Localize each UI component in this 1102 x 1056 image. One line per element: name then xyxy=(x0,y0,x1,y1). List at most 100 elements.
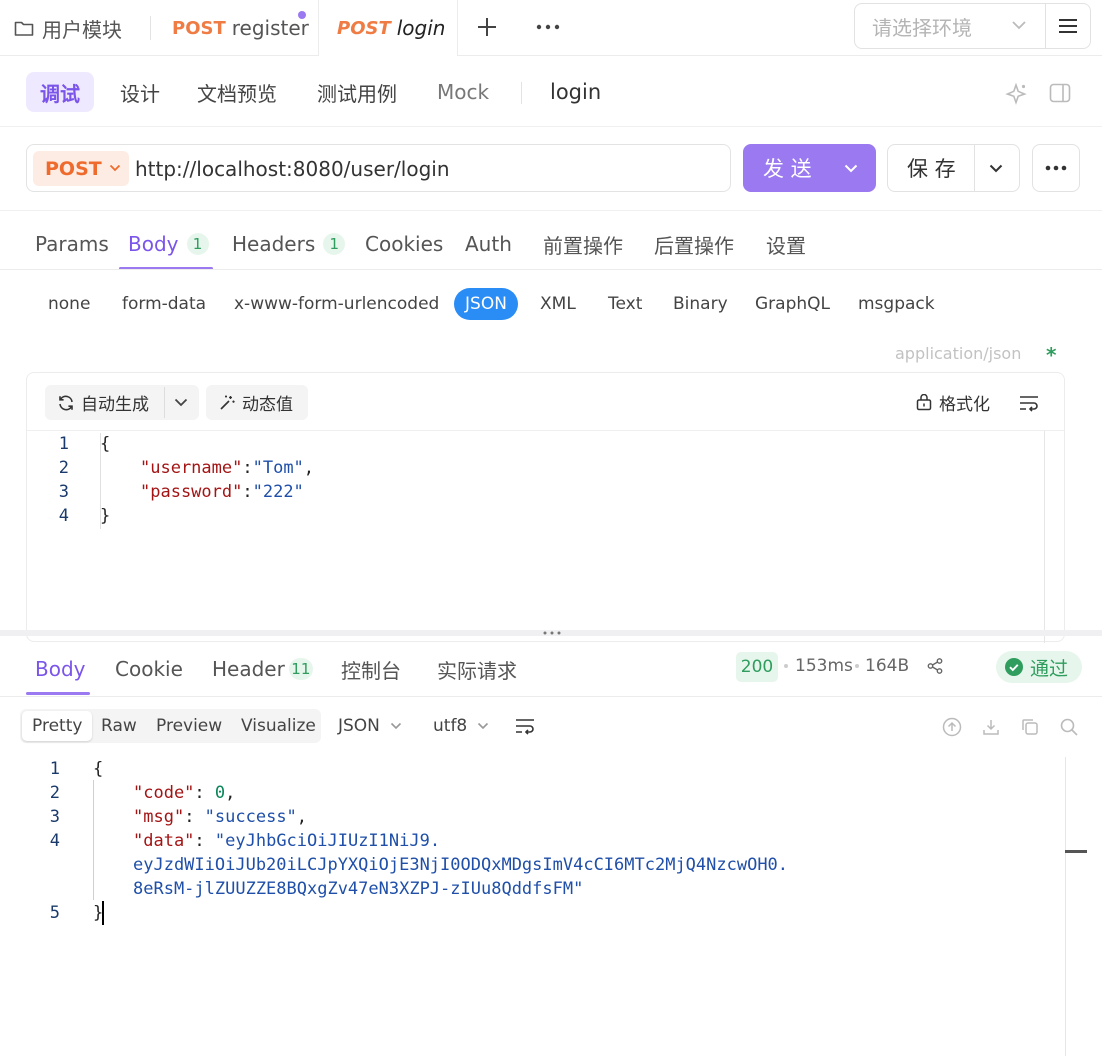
response-tab-console[interactable]: 控制台 xyxy=(341,645,401,693)
chevron-down-icon[interactable] xyxy=(989,164,1003,173)
tab-body-label: Body xyxy=(128,232,179,256)
tab-headers[interactable]: Headers 1 xyxy=(232,220,346,268)
code-line-msg[interactable]: "msg": "success", xyxy=(133,805,307,829)
body-type-form-data[interactable]: form-data xyxy=(109,288,219,320)
save-button[interactable]: 保 存 xyxy=(887,144,1020,192)
json-key: "code" xyxy=(133,783,195,803)
code-open-brace[interactable]: { xyxy=(100,432,110,456)
tab-post-operations[interactable]: 后置操作 xyxy=(654,220,734,268)
tab-cookies[interactable]: Cookies xyxy=(365,220,443,268)
view-mode-pretty[interactable]: Pretty xyxy=(22,711,93,741)
copy-icon[interactable] xyxy=(1020,717,1040,737)
auto-generate-button[interactable]: 自动生成 xyxy=(57,385,149,420)
tab-settings[interactable]: 设置 xyxy=(766,220,806,268)
tab-auth[interactable]: Auth xyxy=(465,220,512,268)
chevron-down-icon xyxy=(1011,20,1027,30)
word-wrap-icon[interactable] xyxy=(515,717,535,735)
body-type-text[interactable]: Text xyxy=(595,288,655,320)
encoding-select[interactable]: utf8 xyxy=(433,714,489,738)
format-select[interactable]: JSON xyxy=(338,714,402,738)
view-mode-label: Visualize xyxy=(241,716,316,736)
word-wrap-icon[interactable] xyxy=(1019,394,1039,412)
response-tab-body[interactable]: Body xyxy=(35,645,86,693)
line-number: 2 xyxy=(58,458,69,478)
code-open-brace[interactable]: { xyxy=(93,757,103,781)
dynamic-value-button[interactable]: 动态值 xyxy=(206,385,308,420)
body-type-binary[interactable]: Binary xyxy=(660,288,741,320)
dynamic-value-label: 动态值 xyxy=(242,395,293,415)
environment-placeholder: 请选择环境 xyxy=(872,15,972,40)
body-type-graphql[interactable]: GraphQL xyxy=(742,288,843,320)
auto-generate-label: 自动生成 xyxy=(81,395,149,415)
response-tab-cookie[interactable]: Cookie xyxy=(115,645,183,693)
plus-icon[interactable] xyxy=(476,16,498,38)
code-line-data[interactable]: "data": "eyJhbGciOiJIUzI1NiJ9. xyxy=(133,829,440,853)
more-options-button[interactable] xyxy=(1032,144,1080,192)
scrollbar-thumb[interactable] xyxy=(1065,850,1087,853)
code-line-data-wrap[interactable]: 8eRsM-jlZUUZZE8BQxgZv47eN3XZPJ-zIUu8Qddf… xyxy=(133,877,583,901)
tab-design[interactable]: 设计 xyxy=(106,72,174,112)
view-mode-label: Preview xyxy=(156,716,223,736)
view-mode-visualize[interactable]: Visualize xyxy=(231,710,326,742)
body-type-label: Text xyxy=(608,294,643,314)
body-type-none[interactable]: none xyxy=(35,288,103,320)
tab-design-label: 设计 xyxy=(120,81,160,106)
headers-count-badge: 1 xyxy=(323,233,346,255)
tab-folder-user-module[interactable]: 用户模块 xyxy=(14,0,122,56)
code-line-data-wrap[interactable]: eyJzdWIiOiJUb20iLCJpYXQiOjE3NjI0ODQxMDgs… xyxy=(133,853,788,877)
send-button[interactable]: 发 送 xyxy=(743,144,876,192)
scrollbar-track[interactable] xyxy=(1065,757,1066,1056)
body-type-xml[interactable]: XML xyxy=(527,288,589,320)
search-icon[interactable] xyxy=(1059,717,1079,737)
magic-wand-icon xyxy=(218,394,236,412)
view-mode-preview[interactable]: Preview xyxy=(146,710,232,742)
menu-icon[interactable] xyxy=(1045,3,1091,49)
tab-register[interactable]: POST register xyxy=(172,0,309,56)
tab-post-operations-label: 后置操作 xyxy=(654,233,734,258)
more-tabs-icon[interactable] xyxy=(536,24,560,30)
view-mode-raw[interactable]: Raw xyxy=(91,710,147,742)
chevron-down-icon[interactable] xyxy=(844,164,858,173)
folder-icon xyxy=(14,19,34,37)
body-type-label: GraphQL xyxy=(755,294,830,314)
drag-handle-icon[interactable] xyxy=(543,631,561,635)
tab-pre-operations-label: 前置操作 xyxy=(543,233,623,258)
environment-select[interactable]: 请选择环境 xyxy=(854,3,1046,49)
panel-toggle-icon[interactable] xyxy=(1049,83,1071,103)
header-count-badge: 11 xyxy=(288,658,313,680)
share-icon[interactable] xyxy=(927,658,943,674)
encoding-select-label: utf8 xyxy=(433,716,468,736)
upload-icon[interactable] xyxy=(942,717,962,737)
format-button[interactable]: 格式化 xyxy=(915,385,990,420)
check-circle-icon xyxy=(1005,658,1023,676)
body-type-urlencoded[interactable]: x-www-form-urlencoded xyxy=(221,288,452,320)
tab-debug[interactable]: 调试 xyxy=(26,72,94,112)
tab-settings-label: 设置 xyxy=(766,233,806,258)
code-line-password[interactable]: "password": "222" xyxy=(140,480,304,504)
json-value: "success" xyxy=(204,807,297,827)
more-icon xyxy=(1045,165,1067,171)
scrollbar-track[interactable] xyxy=(1044,431,1045,643)
download-icon[interactable] xyxy=(981,717,1001,737)
tab-doc-preview[interactable]: 文档预览 xyxy=(183,72,291,112)
tab-test-cases[interactable]: 测试用例 xyxy=(303,72,411,112)
response-tab-header[interactable]: Header 11 xyxy=(212,645,313,693)
tab-mock[interactable]: Mock xyxy=(423,72,503,112)
code-line-username[interactable]: "username": "Tom", xyxy=(140,456,314,480)
tab-pre-operations[interactable]: 前置操作 xyxy=(543,220,623,268)
code-close-brace[interactable]: } xyxy=(100,504,110,528)
tab-login[interactable]: POST login xyxy=(318,0,458,56)
url-input[interactable]: http://localhost:8080/user/login xyxy=(135,145,450,193)
method-select[interactable]: POST xyxy=(33,151,129,186)
response-time: 153ms xyxy=(795,656,853,676)
tab-body[interactable]: Body 1 xyxy=(128,220,209,268)
body-type-json[interactable]: JSON xyxy=(454,288,518,320)
tab-params[interactable]: Params xyxy=(35,220,109,268)
body-type-msgpack[interactable]: msgpack xyxy=(845,288,948,320)
tab-params-label: Params xyxy=(35,232,109,256)
code-line-code[interactable]: "code": 0, xyxy=(133,781,235,805)
active-tab-underline xyxy=(26,692,90,695)
chevron-down-icon[interactable] xyxy=(174,398,188,407)
sparkle-icon[interactable] xyxy=(1004,82,1028,106)
response-tab-actual-request[interactable]: 实际请求 xyxy=(437,645,517,693)
